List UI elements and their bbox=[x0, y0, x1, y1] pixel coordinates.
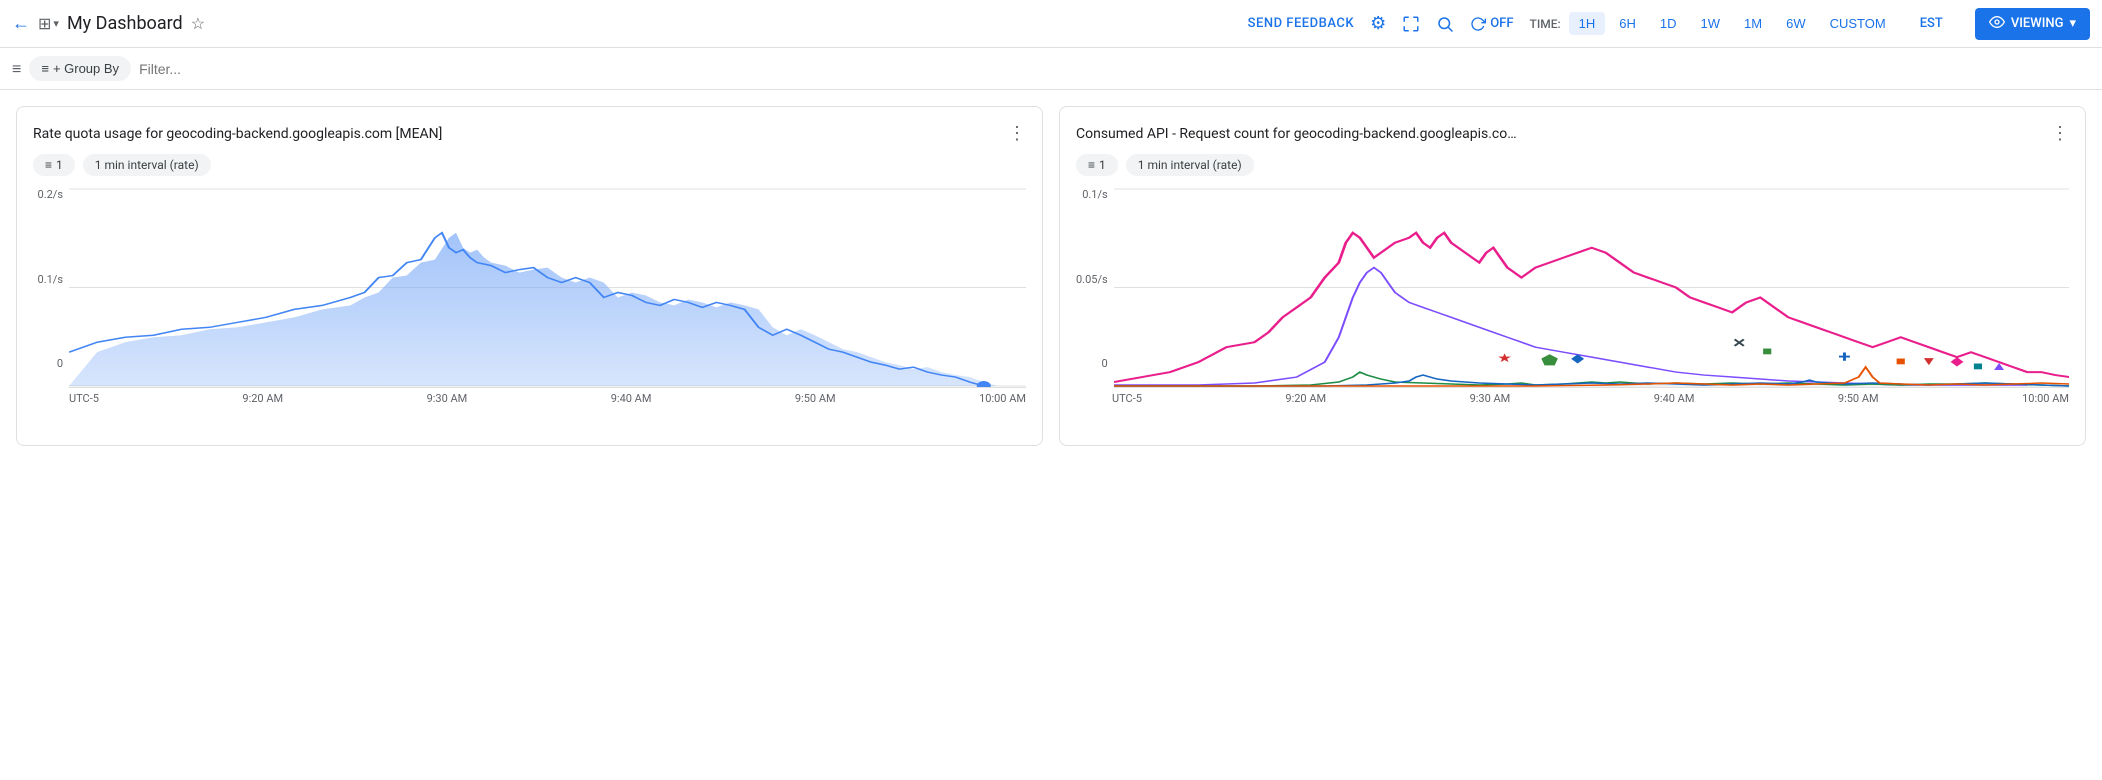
svg-text:✕: ✕ bbox=[1732, 336, 1746, 351]
y-label-mid-2: 0.05/s bbox=[1076, 273, 1108, 286]
y-label-bot-1: 0 bbox=[57, 357, 63, 370]
x-label-0-1: UTC-5 bbox=[69, 392, 99, 405]
group-by-button[interactable]: ≡ + Group By bbox=[29, 56, 131, 81]
time-1m-button[interactable]: 1M bbox=[1734, 12, 1772, 35]
y-label-bot-2: 0 bbox=[1101, 357, 1107, 370]
group-by-label: + Group By bbox=[53, 61, 119, 76]
x-label-2-1: 9:30 AM bbox=[427, 392, 468, 405]
chart-area-2: 0.1/s 0.05/s 0 bbox=[1076, 188, 2069, 405]
time-6w-button[interactable]: 6W bbox=[1776, 12, 1816, 35]
star-icon[interactable]: ☆ bbox=[191, 14, 205, 33]
auto-refresh-button[interactable]: OFF bbox=[1470, 16, 1513, 32]
time-1w-button[interactable]: 1W bbox=[1691, 12, 1731, 35]
chart-header-2: Consumed API - Request count for geocodi… bbox=[1076, 123, 2069, 144]
filter-badge-icon-2: ≡ bbox=[1088, 158, 1095, 172]
x-label-3-1: 9:40 AM bbox=[611, 392, 652, 405]
refresh-label: OFF bbox=[1490, 16, 1513, 31]
svg-text:■: ■ bbox=[1895, 354, 1905, 369]
fullscreen-button[interactable] bbox=[1402, 15, 1420, 33]
x-label-4-1: 9:50 AM bbox=[795, 392, 836, 405]
filter-input[interactable] bbox=[139, 61, 2090, 77]
interval-badge-1[interactable]: 1 min interval (rate) bbox=[83, 154, 211, 176]
svg-text:▼: ▼ bbox=[1920, 354, 1937, 369]
x-label-1-2: 9:20 AM bbox=[1285, 392, 1326, 405]
chart-menu-button-1[interactable]: ⋮ bbox=[1008, 123, 1026, 144]
x-axis-2: UTC-5 9:20 AM 9:30 AM 9:40 AM 9:50 AM 10… bbox=[1076, 392, 2069, 405]
chart-title-1: Rate quota usage for geocoding-backend.g… bbox=[33, 126, 442, 142]
filter-badge-1[interactable]: ≡ 1 bbox=[33, 154, 75, 176]
header-left: ← ⊞ ▾ My Dashboard ☆ bbox=[12, 13, 1240, 34]
viewing-label: VIEWING bbox=[2011, 16, 2064, 31]
chart-card-2: Consumed API - Request count for geocodi… bbox=[1059, 106, 2086, 446]
header: ← ⊞ ▾ My Dashboard ☆ SEND FEEDBACK ⚙ bbox=[0, 0, 2102, 48]
svg-text:▲: ▲ bbox=[1990, 359, 2007, 374]
svg-text:◆: ◆ bbox=[1950, 354, 1964, 369]
page-title: My Dashboard bbox=[67, 13, 183, 34]
filter-badge-count-2: 1 bbox=[1099, 158, 1106, 172]
svg-text:⬟: ⬟ bbox=[1541, 353, 1558, 369]
y-label-top-1: 0.2/s bbox=[38, 188, 63, 201]
filter-badge-count-1: 1 bbox=[56, 158, 63, 172]
x-label-4-2: 9:50 AM bbox=[1838, 392, 1879, 405]
eye-icon bbox=[1989, 14, 2005, 34]
svg-text:■: ■ bbox=[1973, 359, 1983, 374]
menu-icon[interactable]: ≡ bbox=[12, 59, 21, 79]
viewing-caret-icon: ▾ bbox=[2069, 16, 2076, 31]
chart-filters-1: ≡ 1 1 min interval (rate) bbox=[33, 154, 1026, 176]
svg-text:★: ★ bbox=[1497, 351, 1512, 366]
toolbar: ≡ ≡ + Group By bbox=[0, 48, 2102, 90]
svg-text:+: + bbox=[1838, 347, 1851, 366]
time-1d-button[interactable]: 1D bbox=[1650, 12, 1687, 35]
chart-filters-2: ≡ 1 1 min interval (rate) bbox=[1076, 154, 2069, 176]
time-1h-button[interactable]: 1H bbox=[1569, 12, 1606, 35]
x-label-2-2: 9:30 AM bbox=[1470, 392, 1511, 405]
chart-svg-1 bbox=[69, 188, 1026, 387]
chart-area-1: 0.2/s 0.1/s 0 bbox=[33, 188, 1026, 405]
filter-badge-2[interactable]: ≡ 1 bbox=[1076, 154, 1118, 176]
chart-svg-2: ★ ⬟ ◆ ✕ ■ + ■ ▼ bbox=[1114, 188, 2069, 387]
grid-icon: ⊞ bbox=[38, 14, 51, 33]
chart-inner-2: ★ ⬟ ◆ ✕ ■ + ■ ▼ bbox=[1114, 188, 2069, 388]
y-axis-2: 0.1/s 0.05/s 0 bbox=[1076, 188, 1114, 388]
svg-text:◆: ◆ bbox=[1571, 351, 1585, 366]
x-label-1-1: 9:20 AM bbox=[242, 392, 283, 405]
chart-card-1: Rate quota usage for geocoding-backend.g… bbox=[16, 106, 1043, 446]
x-label-5-1: 10:00 AM bbox=[979, 392, 1026, 405]
x-label-3-2: 9:40 AM bbox=[1654, 392, 1695, 405]
main-content: Rate quota usage for geocoding-backend.g… bbox=[0, 90, 2102, 462]
time-custom-button[interactable]: CUSTOM bbox=[1820, 12, 1896, 35]
group-by-icon: ≡ bbox=[41, 61, 49, 76]
time-section: TIME: 1H 6H 1D 1W 1M 6W CUSTOM bbox=[1530, 12, 1896, 35]
time-6h-button[interactable]: 6H bbox=[1609, 12, 1646, 35]
y-axis-1: 0.2/s 0.1/s 0 bbox=[33, 188, 69, 388]
x-axis-1: UTC-5 9:20 AM 9:30 AM 9:40 AM 9:50 AM 10… bbox=[33, 392, 1026, 405]
x-label-0-2: UTC-5 bbox=[1112, 392, 1142, 405]
settings-button[interactable]: ⚙ bbox=[1370, 13, 1386, 34]
y-label-mid-1: 0.1/s bbox=[38, 273, 63, 286]
chart-header-1: Rate quota usage for geocoding-backend.g… bbox=[33, 123, 1026, 144]
chart-inner-1 bbox=[69, 188, 1026, 388]
caret-icon: ▾ bbox=[53, 17, 59, 30]
chart-menu-button-2[interactable]: ⋮ bbox=[2051, 123, 2069, 144]
interval-badge-2[interactable]: 1 min interval (rate) bbox=[1126, 154, 1254, 176]
search-button[interactable] bbox=[1436, 15, 1454, 33]
y-label-top-2: 0.1/s bbox=[1082, 188, 1107, 201]
send-feedback-button[interactable]: SEND FEEDBACK bbox=[1248, 16, 1354, 31]
time-label: TIME: bbox=[1530, 17, 1561, 31]
svg-text:■: ■ bbox=[1762, 344, 1772, 359]
back-button[interactable]: ← bbox=[12, 13, 30, 34]
chart-title-2: Consumed API - Request count for geocodi… bbox=[1076, 126, 1517, 142]
filter-badge-icon-1: ≡ bbox=[45, 158, 52, 172]
x-label-5-2: 10:00 AM bbox=[2022, 392, 2069, 405]
header-center: SEND FEEDBACK ⚙ OFF TIME: 1H 6H 1D 1W bbox=[1248, 8, 2090, 40]
dashboard-icon[interactable]: ⊞ ▾ bbox=[38, 14, 59, 33]
viewing-button[interactable]: VIEWING ▾ bbox=[1975, 8, 2090, 40]
timezone-button[interactable]: EST bbox=[1912, 12, 1951, 35]
